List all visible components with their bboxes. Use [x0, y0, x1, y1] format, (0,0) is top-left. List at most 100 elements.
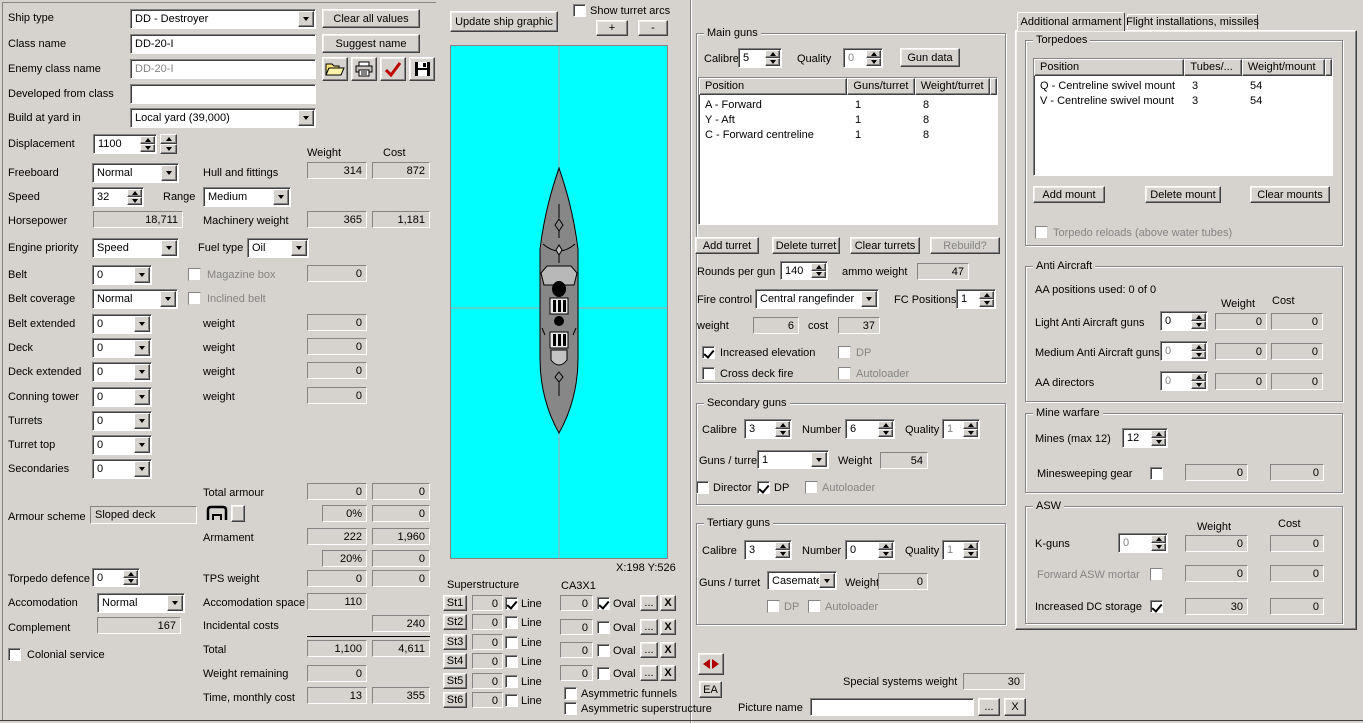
table-row[interactable]: A - Forward 1 8: [699, 97, 997, 112]
oval1-delete-button[interactable]: X: [660, 595, 676, 611]
main-calibre-spinner[interactable]: 5: [738, 48, 782, 68]
position-column-header[interactable]: Position: [1034, 59, 1185, 76]
torpedo-defence-spinner[interactable]: 0: [92, 568, 140, 587]
st6-button[interactable]: St6: [443, 692, 467, 708]
oval3-browse-button[interactable]: ...: [640, 642, 658, 658]
dropdown-button[interactable]: [134, 437, 150, 453]
aa-directors-spinner[interactable]: 0: [1160, 371, 1208, 391]
spin-up-button[interactable]: [878, 542, 893, 550]
st1-line-checkbox[interactable]: [505, 597, 518, 610]
dropdown-button[interactable]: [161, 240, 177, 256]
st4-button[interactable]: St4: [443, 653, 467, 669]
dropdown-button[interactable]: [161, 165, 177, 181]
spin-up-button[interactable]: [1191, 343, 1206, 351]
spin-up-button[interactable]: [866, 50, 881, 58]
tubes-column-header[interactable]: Tubes/...: [1184, 59, 1242, 76]
clear-turrets-button[interactable]: Clear turrets: [850, 237, 920, 254]
oval2-checkbox[interactable]: [597, 621, 610, 634]
spin-up-button[interactable]: [979, 291, 994, 299]
st1-button[interactable]: St1: [443, 595, 467, 611]
spin-up-button[interactable]: [878, 421, 893, 429]
deck-select[interactable]: 0: [92, 338, 152, 358]
secondary-number-spinner[interactable]: 6: [845, 419, 895, 439]
st5-button[interactable]: St5: [443, 673, 467, 689]
mines-spinner[interactable]: 12: [1122, 428, 1168, 448]
secondary-calibre-spinner[interactable]: 3: [744, 419, 792, 439]
range-select[interactable]: Medium: [203, 187, 291, 207]
armour-scheme-picker-button[interactable]: [231, 505, 245, 522]
belt-select[interactable]: 0: [92, 265, 152, 285]
spin-up-button[interactable]: [811, 263, 826, 271]
asymmetric-funnels-checkbox[interactable]: [564, 687, 577, 700]
dropdown-button[interactable]: [273, 189, 289, 205]
dropdown-button[interactable]: [291, 240, 307, 256]
dropdown-button[interactable]: [298, 110, 314, 126]
spin-down-button[interactable]: [878, 550, 893, 558]
turret-top-select[interactable]: 0: [92, 435, 152, 455]
spin-down-button[interactable]: [775, 429, 790, 437]
st2-line-checkbox[interactable]: [505, 616, 518, 629]
st5-line-checkbox[interactable]: [505, 675, 518, 688]
open-file-button[interactable]: [322, 57, 348, 81]
medium-aa-spinner[interactable]: 0: [1160, 341, 1208, 361]
spin-up-button[interactable]: [1191, 313, 1206, 321]
fire-control-select[interactable]: Central rangefinder: [755, 289, 879, 309]
asymmetric-superstructure-checkbox[interactable]: [564, 702, 577, 715]
dropdown-button[interactable]: [134, 389, 150, 405]
table-row[interactable]: Q - Centreline swivel mount 3 54: [1034, 78, 1332, 93]
engine-priority-select[interactable]: Speed: [92, 238, 179, 258]
dropdown-button[interactable]: [811, 452, 827, 467]
main-quality-spinner[interactable]: 0: [843, 48, 883, 68]
build-yard-select[interactable]: Local yard (39,000): [130, 108, 316, 128]
zoom-in-button[interactable]: +: [596, 20, 628, 36]
spin-up-button[interactable]: [140, 136, 155, 144]
spin-down-button[interactable]: [160, 144, 177, 154]
developed-from-input[interactable]: [130, 84, 316, 104]
spin-up-button[interactable]: [160, 134, 177, 144]
main-guns-table[interactable]: Position Guns/turret Weight/turret A - F…: [698, 77, 998, 225]
speed-spinner[interactable]: 32: [92, 187, 144, 207]
print-button[interactable]: [351, 57, 377, 81]
oval4-browse-button[interactable]: ...: [640, 665, 658, 681]
weight-mount-column-header[interactable]: Weight/mount: [1241, 59, 1325, 76]
table-row[interactable]: Y - Aft 1 8: [699, 112, 997, 127]
clear-all-values-button[interactable]: Clear all values: [322, 9, 420, 28]
spin-down-button[interactable]: [1151, 438, 1166, 446]
add-mount-button[interactable]: Add mount: [1033, 186, 1105, 203]
spin-down-button[interactable]: [811, 270, 826, 278]
tab-flight-installations[interactable]: Flight installations, missiles: [1126, 14, 1259, 29]
secondaries-select[interactable]: 0: [92, 459, 152, 479]
oval2-browse-button[interactable]: ...: [640, 619, 658, 635]
guns-turret-column-header[interactable]: Guns/turret: [847, 78, 915, 95]
picture-clear-button[interactable]: X: [1004, 698, 1026, 716]
director-checkbox[interactable]: [696, 481, 709, 494]
spin-down-button[interactable]: [979, 299, 994, 307]
spin-up-button[interactable]: [1191, 373, 1206, 381]
spin-down-button[interactable]: [123, 577, 138, 585]
secondary-dp-checkbox[interactable]: [757, 481, 770, 494]
oval2-delete-button[interactable]: X: [660, 619, 676, 635]
accomodation-select[interactable]: Normal: [97, 593, 185, 613]
table-row[interactable]: C - Forward centreline 1 8: [699, 127, 997, 142]
colonial-service-checkbox[interactable]: [8, 648, 21, 661]
class-name-input[interactable]: DD-20-I: [130, 34, 316, 54]
cross-deck-fire-checkbox[interactable]: [702, 367, 715, 380]
spin-up-button[interactable]: [963, 421, 978, 429]
secondary-quality-spinner[interactable]: 1: [942, 419, 980, 439]
dropdown-button[interactable]: [134, 364, 150, 380]
picture-name-input[interactable]: [810, 698, 974, 716]
ea-button[interactable]: EA: [699, 681, 722, 698]
spin-down-button[interactable]: [127, 197, 142, 205]
spin-down-button[interactable]: [765, 58, 780, 66]
light-aa-spinner[interactable]: 0: [1160, 311, 1208, 331]
spin-up-button[interactable]: [963, 542, 978, 550]
spin-down-button[interactable]: [1191, 321, 1206, 329]
position-column-header[interactable]: Position: [699, 78, 848, 95]
zoom-out-button[interactable]: -: [638, 20, 668, 36]
dropdown-button[interactable]: [819, 573, 835, 588]
spin-down-button[interactable]: [878, 429, 893, 437]
spin-up-button[interactable]: [127, 189, 142, 197]
secondary-guns-turret-select[interactable]: 1: [757, 450, 829, 469]
conning-tower-select[interactable]: 0: [92, 387, 152, 407]
tertiary-calibre-spinner[interactable]: 3: [744, 540, 792, 560]
